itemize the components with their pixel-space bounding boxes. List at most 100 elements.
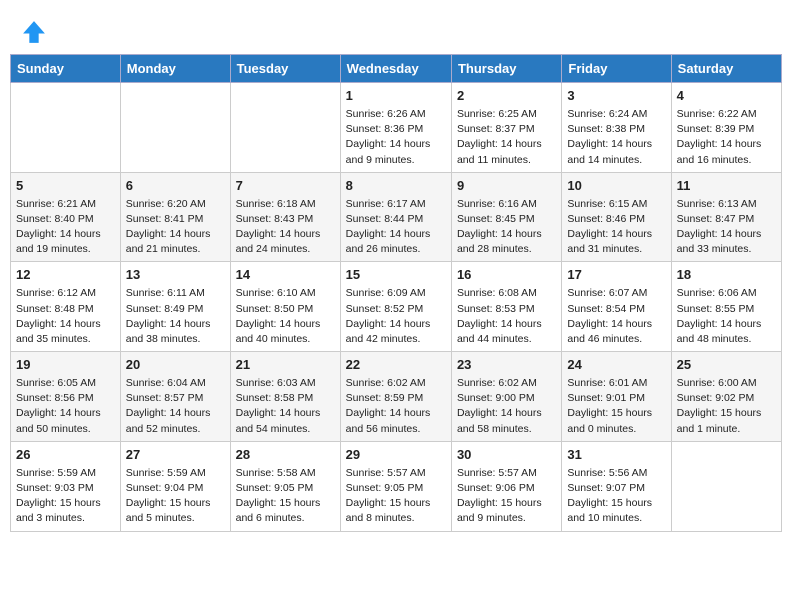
daylight-text: Daylight: 14 hours (677, 227, 776, 242)
calendar-cell: 25Sunrise: 6:00 AMSunset: 9:02 PMDayligh… (671, 352, 781, 442)
day-number: 20 (126, 356, 225, 375)
daylight-text: and 21 minutes. (126, 242, 225, 257)
daylight-text: and 24 minutes. (236, 242, 335, 257)
daylight-text: Daylight: 14 hours (126, 406, 225, 421)
sunrise-text: Sunrise: 6:02 AM (346, 376, 446, 391)
daylight-text: Daylight: 14 hours (126, 227, 225, 242)
sunrise-text: Sunrise: 6:25 AM (457, 107, 556, 122)
daylight-text: and 38 minutes. (126, 332, 225, 347)
day-number: 24 (567, 356, 665, 375)
sunset-text: Sunset: 8:59 PM (346, 391, 446, 406)
daylight-text: Daylight: 14 hours (346, 137, 446, 152)
daylight-text: Daylight: 14 hours (236, 317, 335, 332)
calendar-week-row: 5Sunrise: 6:21 AMSunset: 8:40 PMDaylight… (11, 172, 782, 262)
col-header-sunday: Sunday (11, 55, 121, 83)
daylight-text: Daylight: 14 hours (567, 137, 665, 152)
sunset-text: Sunset: 8:39 PM (677, 122, 776, 137)
sunset-text: Sunset: 8:50 PM (236, 302, 335, 317)
sunrise-text: Sunrise: 5:59 AM (16, 466, 115, 481)
day-number: 23 (457, 356, 556, 375)
daylight-text: Daylight: 14 hours (457, 317, 556, 332)
daylight-text: Daylight: 14 hours (457, 406, 556, 421)
calendar-cell (120, 83, 230, 173)
daylight-text: and 19 minutes. (16, 242, 115, 257)
sunset-text: Sunset: 8:58 PM (236, 391, 335, 406)
calendar-cell (11, 83, 121, 173)
sunrise-text: Sunrise: 6:24 AM (567, 107, 665, 122)
daylight-text: and 5 minutes. (126, 511, 225, 526)
calendar-cell: 23Sunrise: 6:02 AMSunset: 9:00 PMDayligh… (451, 352, 561, 442)
day-number: 12 (16, 266, 115, 285)
sunrise-text: Sunrise: 6:26 AM (346, 107, 446, 122)
calendar-cell: 9Sunrise: 6:16 AMSunset: 8:45 PMDaylight… (451, 172, 561, 262)
sunset-text: Sunset: 8:54 PM (567, 302, 665, 317)
sunset-text: Sunset: 8:36 PM (346, 122, 446, 137)
daylight-text: and 0 minutes. (567, 422, 665, 437)
sunrise-text: Sunrise: 5:56 AM (567, 466, 665, 481)
daylight-text: Daylight: 15 hours (567, 406, 665, 421)
calendar-cell (230, 83, 340, 173)
daylight-text: and 35 minutes. (16, 332, 115, 347)
sunset-text: Sunset: 8:55 PM (677, 302, 776, 317)
logo (20, 18, 52, 46)
calendar-cell: 31Sunrise: 5:56 AMSunset: 9:07 PMDayligh… (562, 441, 671, 531)
calendar-cell: 2Sunrise: 6:25 AMSunset: 8:37 PMDaylight… (451, 83, 561, 173)
calendar-cell: 21Sunrise: 6:03 AMSunset: 8:58 PMDayligh… (230, 352, 340, 442)
daylight-text: and 48 minutes. (677, 332, 776, 347)
sunset-text: Sunset: 8:49 PM (126, 302, 225, 317)
daylight-text: and 11 minutes. (457, 153, 556, 168)
sunrise-text: Sunrise: 6:03 AM (236, 376, 335, 391)
calendar-cell: 16Sunrise: 6:08 AMSunset: 8:53 PMDayligh… (451, 262, 561, 352)
day-number: 9 (457, 177, 556, 196)
day-number: 26 (16, 446, 115, 465)
daylight-text: and 10 minutes. (567, 511, 665, 526)
day-number: 4 (677, 87, 776, 106)
day-number: 22 (346, 356, 446, 375)
day-number: 25 (677, 356, 776, 375)
calendar-cell: 29Sunrise: 5:57 AMSunset: 9:05 PMDayligh… (340, 441, 451, 531)
col-header-monday: Monday (120, 55, 230, 83)
calendar-cell: 17Sunrise: 6:07 AMSunset: 8:54 PMDayligh… (562, 262, 671, 352)
day-number: 29 (346, 446, 446, 465)
day-number: 18 (677, 266, 776, 285)
daylight-text: Daylight: 15 hours (457, 496, 556, 511)
day-number: 5 (16, 177, 115, 196)
sunset-text: Sunset: 8:40 PM (16, 212, 115, 227)
calendar-cell: 6Sunrise: 6:20 AMSunset: 8:41 PMDaylight… (120, 172, 230, 262)
sunset-text: Sunset: 8:37 PM (457, 122, 556, 137)
sunrise-text: Sunrise: 6:20 AM (126, 197, 225, 212)
daylight-text: Daylight: 15 hours (567, 496, 665, 511)
sunset-text: Sunset: 9:03 PM (16, 481, 115, 496)
sunset-text: Sunset: 8:43 PM (236, 212, 335, 227)
daylight-text: Daylight: 15 hours (346, 496, 446, 511)
sunrise-text: Sunrise: 5:57 AM (457, 466, 556, 481)
daylight-text: and 8 minutes. (346, 511, 446, 526)
calendar-week-row: 1Sunrise: 6:26 AMSunset: 8:36 PMDaylight… (11, 83, 782, 173)
sunrise-text: Sunrise: 6:05 AM (16, 376, 115, 391)
sunset-text: Sunset: 9:06 PM (457, 481, 556, 496)
day-number: 11 (677, 177, 776, 196)
sunrise-text: Sunrise: 5:59 AM (126, 466, 225, 481)
daylight-text: and 56 minutes. (346, 422, 446, 437)
sunrise-text: Sunrise: 6:18 AM (236, 197, 335, 212)
calendar-cell: 4Sunrise: 6:22 AMSunset: 8:39 PMDaylight… (671, 83, 781, 173)
sunset-text: Sunset: 9:05 PM (346, 481, 446, 496)
sunset-text: Sunset: 8:41 PM (126, 212, 225, 227)
sunset-text: Sunset: 8:53 PM (457, 302, 556, 317)
calendar-cell: 5Sunrise: 6:21 AMSunset: 8:40 PMDaylight… (11, 172, 121, 262)
calendar-cell: 11Sunrise: 6:13 AMSunset: 8:47 PMDayligh… (671, 172, 781, 262)
sunrise-text: Sunrise: 5:58 AM (236, 466, 335, 481)
calendar-header-row: SundayMondayTuesdayWednesdayThursdayFrid… (11, 55, 782, 83)
col-header-wednesday: Wednesday (340, 55, 451, 83)
page-header (10, 10, 782, 54)
day-number: 7 (236, 177, 335, 196)
calendar-cell: 7Sunrise: 6:18 AMSunset: 8:43 PMDaylight… (230, 172, 340, 262)
day-number: 28 (236, 446, 335, 465)
daylight-text: and 1 minute. (677, 422, 776, 437)
col-header-tuesday: Tuesday (230, 55, 340, 83)
daylight-text: and 6 minutes. (236, 511, 335, 526)
sunrise-text: Sunrise: 6:22 AM (677, 107, 776, 122)
daylight-text: and 58 minutes. (457, 422, 556, 437)
daylight-text: and 46 minutes. (567, 332, 665, 347)
daylight-text: and 54 minutes. (236, 422, 335, 437)
